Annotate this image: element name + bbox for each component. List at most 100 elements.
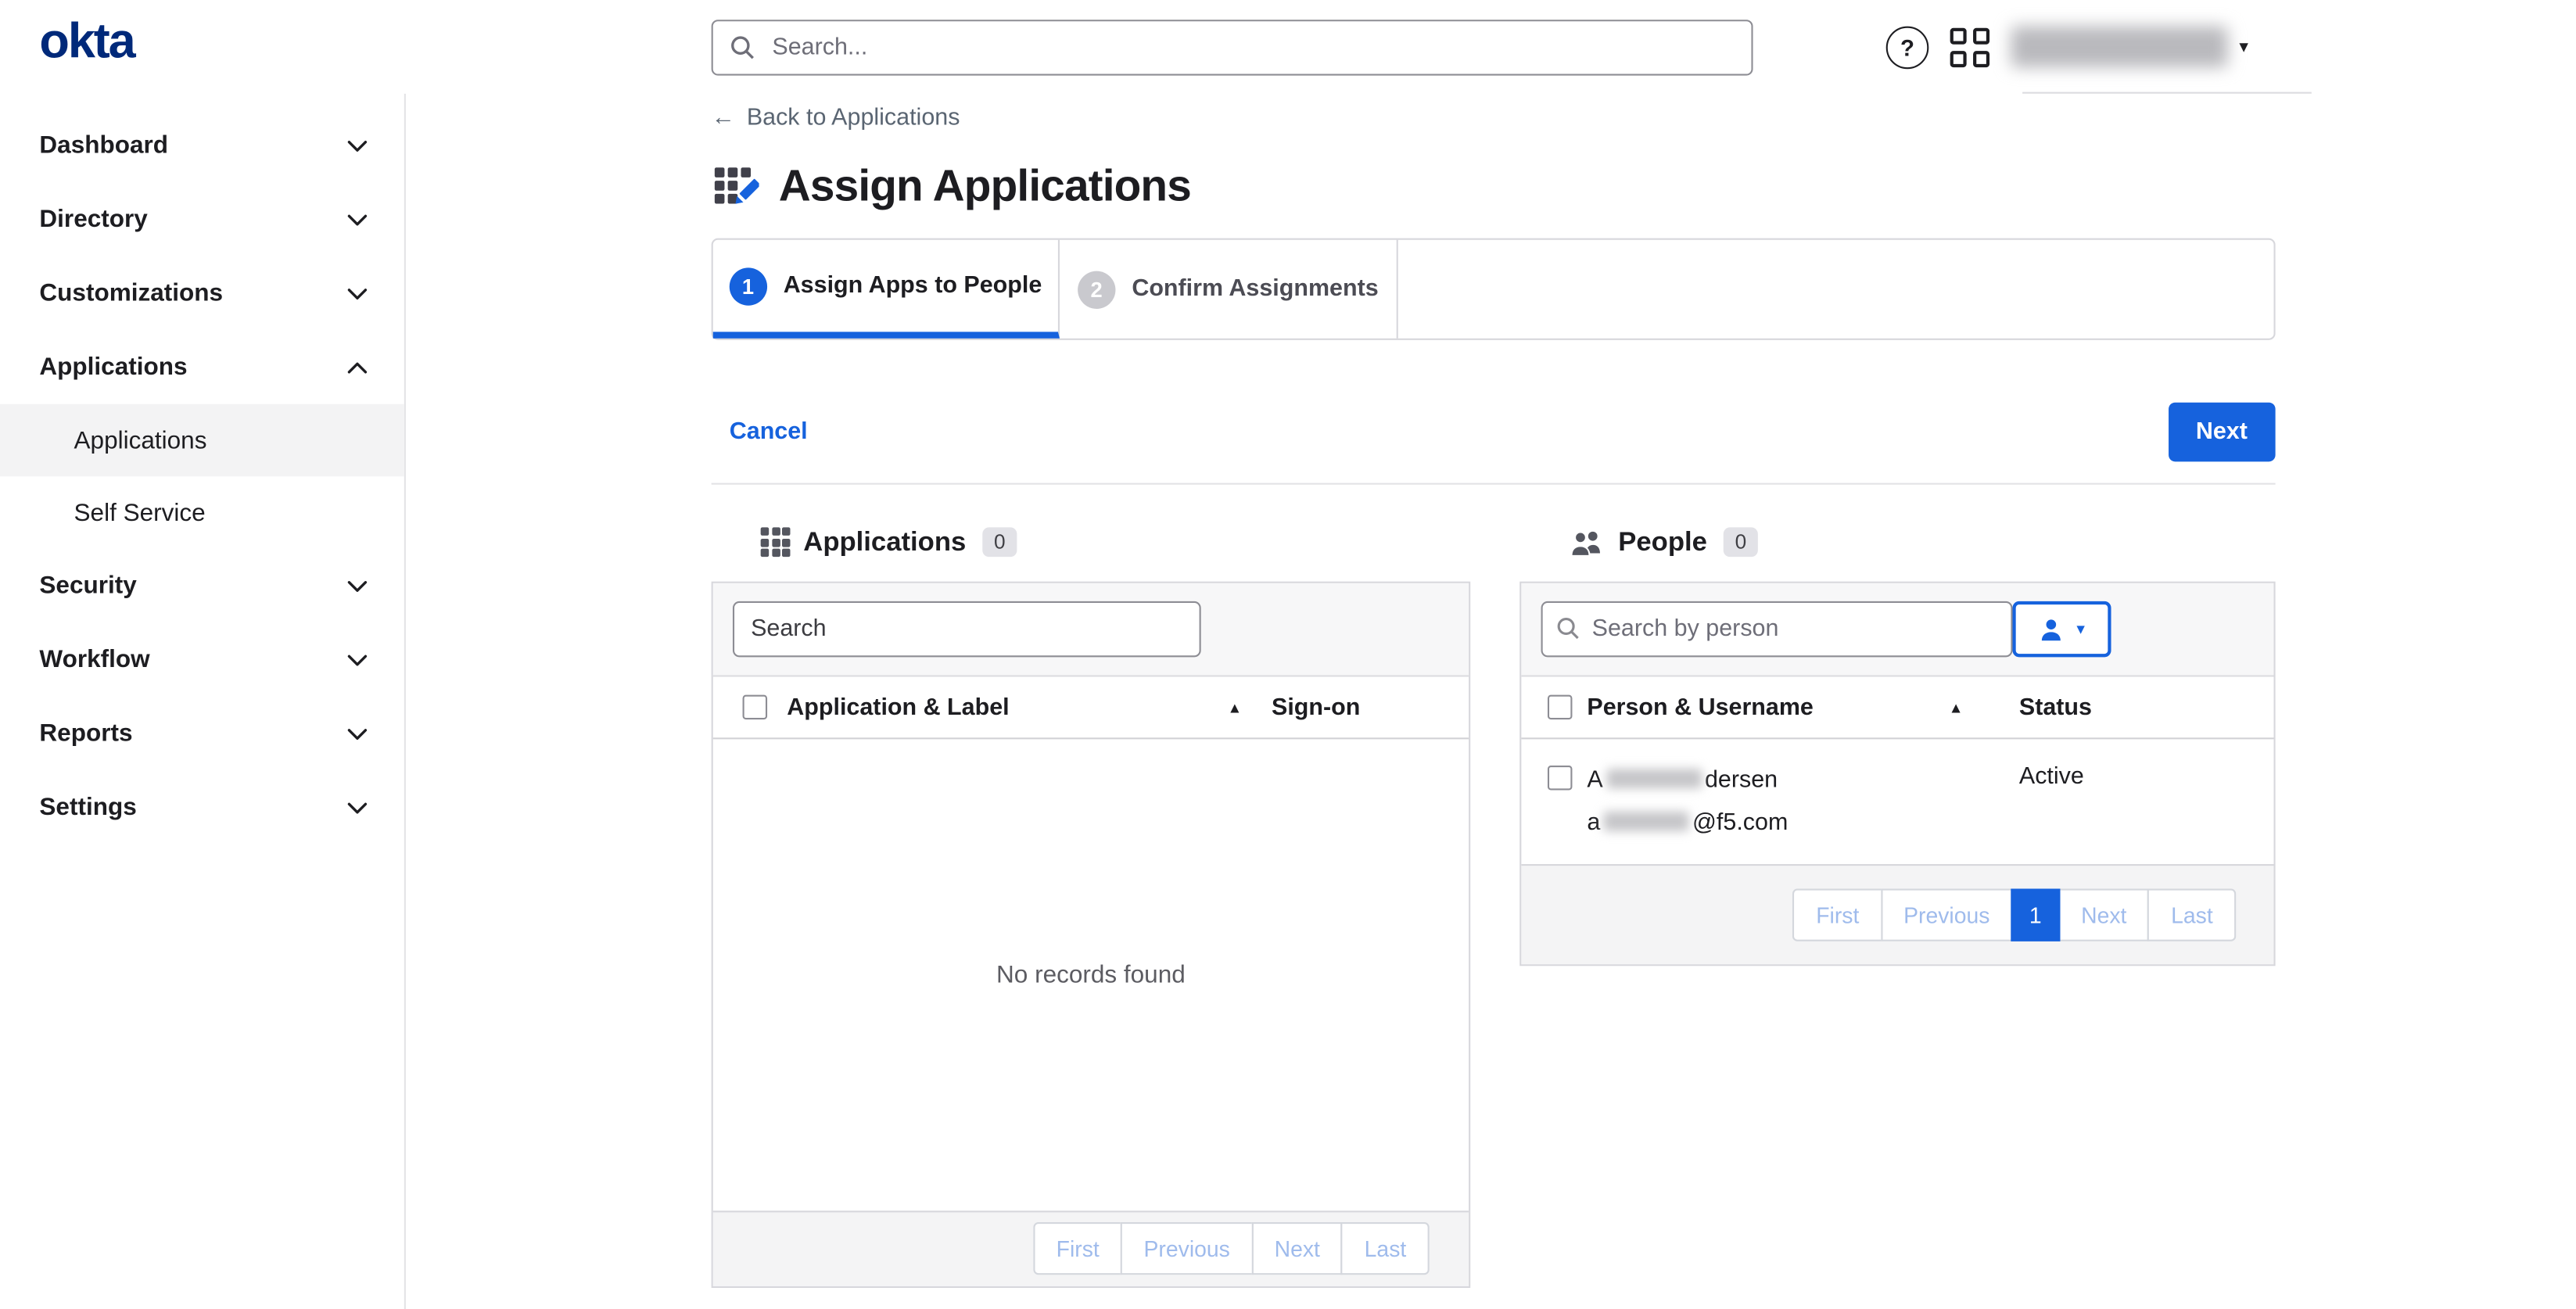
pagination-last-button[interactable]: Last — [1341, 1222, 1429, 1275]
pagination-first-button[interactable]: First — [1793, 889, 1882, 941]
next-button[interactable]: Next — [2168, 403, 2275, 462]
sidebar-item-settings[interactable]: Settings — [0, 770, 404, 845]
status-column-header: Status — [2019, 694, 2092, 721]
sidebar-item-security[interactable]: Security — [0, 549, 404, 623]
sort-ascending-icon: ▲ — [1227, 699, 1272, 715]
sidebar-subitem-self-service[interactable]: Self Service — [0, 476, 404, 548]
sidebar-item-label: Applications — [39, 353, 187, 382]
person-row[interactable]: Adersen a@f5.com Active — [1521, 739, 2273, 864]
applications-column: Applications 0 Application & Label ▲ — [712, 524, 1471, 1288]
chevron-down-icon: ▾ — [2239, 36, 2248, 57]
assign-applications-icon — [712, 163, 759, 210]
page-header: Assign Applications — [712, 161, 2276, 212]
person-username: a@f5.com — [1587, 810, 1788, 837]
chevron-down-icon: ▾ — [2076, 620, 2085, 638]
applications-panel-title: Applications 0 — [712, 524, 1471, 560]
search-icon — [1555, 616, 1580, 641]
chevron-down-icon — [346, 801, 368, 814]
sidebar-item-label: Directory — [39, 206, 147, 234]
back-arrow-icon: ← — [712, 105, 735, 131]
wizard-steps: 1 Assign Apps to People 2 Confirm Assign… — [712, 238, 2276, 340]
sidebar-subitem-applications[interactable]: Applications — [0, 404, 404, 476]
sidebar: Dashboard Directory Customizations Appli… — [0, 94, 406, 1309]
redacted-name-segment — [1606, 769, 1702, 788]
okta-logo[interactable]: okta — [39, 15, 134, 70]
wizard-actions: Cancel Next — [712, 403, 2276, 485]
pagination-next-button[interactable]: Next — [2058, 889, 2150, 941]
person-row-checkbox[interactable] — [1548, 766, 1573, 791]
people-search-input[interactable] — [1541, 601, 2013, 657]
people-panel: ▾ Person & Username ▲ Status — [1519, 582, 2275, 967]
person-name-and-username: Adersen a@f5.com — [1587, 759, 2019, 845]
search-icon — [730, 34, 756, 61]
step-label: Confirm Assignments — [1132, 276, 1378, 303]
person-username-column-header[interactable]: Person & Username ▲ — [1587, 694, 2019, 721]
chevron-down-icon — [346, 139, 368, 152]
back-to-applications-link[interactable]: ← Back to Applications — [712, 105, 960, 131]
chevron-down-icon — [346, 727, 368, 741]
people-column: People 0 — [1519, 524, 2275, 1288]
sidebar-subitem-label: Self Service — [74, 499, 206, 527]
applications-pagination-bar: First Previous Next Last — [713, 1210, 1469, 1286]
people-panel-title: People 0 — [1519, 524, 2275, 560]
pagination-previous-button[interactable]: Previous — [1881, 889, 2013, 941]
people-search-bar: ▾ — [1521, 583, 2273, 677]
user-menu[interactable]: ▾ — [2011, 27, 2248, 68]
column-header-label: Person & Username — [1587, 694, 1814, 721]
global-search[interactable] — [712, 20, 1753, 75]
select-all-people-checkbox[interactable] — [1548, 695, 1573, 720]
topbar: okta ? ▾ — [0, 0, 2576, 94]
people-pager: First Previous 1 Next Last — [1793, 889, 2236, 941]
step-confirm-assignments[interactable]: 2 Confirm Assignments — [1060, 240, 1398, 339]
select-all-applications-checkbox[interactable] — [743, 695, 768, 720]
sidebar-item-label: Security — [39, 572, 136, 600]
applications-grid-icon — [761, 527, 791, 557]
applications-search-bar — [713, 583, 1469, 677]
sidebar-item-dashboard[interactable]: Dashboard — [0, 109, 404, 183]
people-count-badge: 0 — [1724, 527, 1758, 557]
applications-search-input[interactable] — [733, 601, 1201, 657]
main-content: ← Back to Applications Assign Applicatio… — [406, 94, 2576, 1309]
cancel-link[interactable]: Cancel — [730, 419, 808, 446]
sidebar-item-label: Dashboard — [39, 131, 168, 160]
person-status: Active — [2019, 759, 2084, 791]
sidebar-item-applications[interactable]: Applications — [0, 330, 404, 404]
column-header-label: Application & Label — [787, 694, 1009, 721]
application-label-column-header[interactable]: Application & Label ▲ — [787, 694, 1272, 721]
applications-table-header: Application & Label ▲ Sign-on — [713, 677, 1469, 740]
sidebar-item-workflow[interactable]: Workflow — [0, 622, 404, 697]
sidebar-item-reports[interactable]: Reports — [0, 697, 404, 771]
okta-admin-screen: okta ? ▾ Dashboard Directory Cus — [0, 0, 2576, 1309]
person-name: Adersen — [1587, 767, 1778, 794]
applications-count-badge: 0 — [982, 527, 1017, 557]
user-menu-divider — [2022, 92, 2312, 94]
global-search-input[interactable] — [769, 33, 1735, 63]
applications-panel-heading: Applications — [803, 526, 966, 558]
people-panel-heading: People — [1618, 526, 1707, 558]
sidebar-subitem-label: Applications — [74, 426, 207, 454]
pagination-first-button[interactable]: First — [1033, 1222, 1122, 1275]
step-number-badge: 1 — [729, 267, 766, 304]
person-filter-dropdown[interactable]: ▾ — [2012, 601, 2111, 657]
pagination-last-button[interactable]: Last — [2148, 889, 2236, 941]
help-icon[interactable]: ? — [1886, 26, 1929, 69]
chevron-down-icon — [346, 579, 368, 593]
sidebar-item-label: Workflow — [39, 646, 149, 674]
pagination-next-button[interactable]: Next — [1251, 1222, 1343, 1275]
sidebar-item-label: Settings — [39, 794, 136, 822]
chevron-down-icon — [346, 213, 368, 226]
step-label: Assign Apps to People — [784, 273, 1042, 299]
chevron-down-icon — [346, 287, 368, 300]
person-icon — [2039, 617, 2064, 642]
sidebar-item-directory[interactable]: Directory — [0, 182, 404, 256]
applications-empty-state: No records found — [713, 739, 1469, 1210]
app-switcher-icon[interactable] — [1950, 27, 1989, 66]
chevron-down-icon — [346, 653, 368, 666]
applications-panel: Application & Label ▲ Sign-on No records… — [712, 582, 1471, 1288]
pagination-current-page-button[interactable]: 1 — [2011, 889, 2060, 941]
sort-ascending-icon: ▲ — [1949, 699, 2019, 715]
pagination-previous-button[interactable]: Previous — [1121, 1222, 1253, 1275]
step-assign-apps-to-people[interactable]: 1 Assign Apps to People — [713, 240, 1060, 339]
sidebar-item-customizations[interactable]: Customizations — [0, 256, 404, 331]
applications-pager: First Previous Next Last — [1033, 1222, 1429, 1275]
